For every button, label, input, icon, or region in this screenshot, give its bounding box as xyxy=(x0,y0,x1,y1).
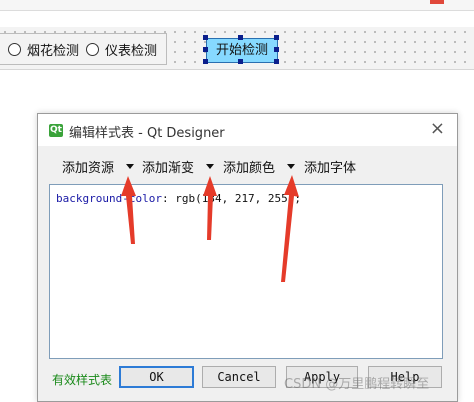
annotation-arrow xyxy=(203,176,217,240)
annotation-arrow xyxy=(121,176,136,244)
csdn-watermark: CSDN @万里鹏程转瞬至 xyxy=(284,377,430,392)
annotation-arrows xyxy=(121,175,299,282)
annotation-arrow xyxy=(281,175,299,282)
